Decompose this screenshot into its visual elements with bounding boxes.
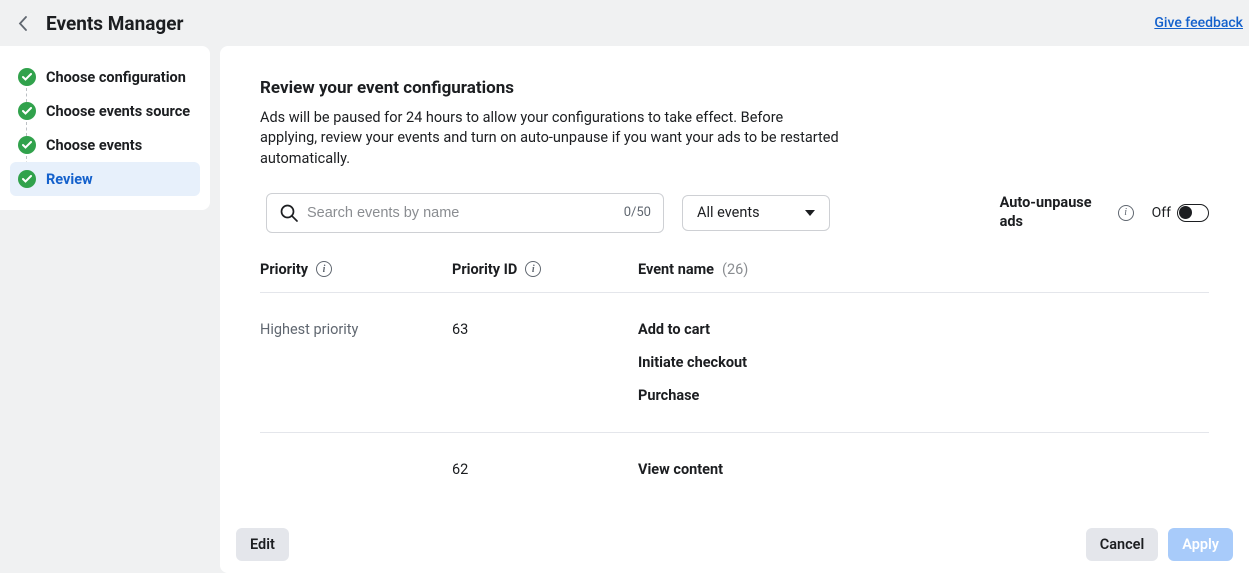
check-icon: [18, 102, 36, 120]
event-list-cell: Add to cart Initiate checkout Purchase: [638, 321, 1209, 404]
search-count: 0/50: [624, 205, 651, 220]
header-bar: Events Manager Give feedback: [0, 0, 1249, 46]
info-icon[interactable]: i: [1118, 205, 1134, 221]
priority-cell: Highest priority: [260, 321, 452, 338]
filter-dropdown[interactable]: All events: [682, 195, 830, 231]
filter-selected: All events: [697, 204, 760, 221]
col-priority-label: Priority: [260, 261, 308, 278]
search-input[interactable]: [307, 205, 624, 221]
auto-unpause-control: Auto-unpause ads i Off: [1000, 194, 1209, 232]
event-list-cell: View content: [638, 461, 1209, 478]
step-choose-events[interactable]: Choose events: [10, 128, 200, 162]
apply-button[interactable]: Apply: [1168, 528, 1233, 561]
step-label: Choose configuration: [46, 69, 186, 86]
cancel-button[interactable]: Cancel: [1086, 528, 1159, 561]
search-icon: [279, 203, 299, 223]
col-event-name-header: Event name (26): [638, 261, 1209, 278]
col-priority-id-label: Priority ID: [452, 261, 517, 278]
auto-unpause-toggle[interactable]: [1177, 204, 1209, 222]
give-feedback-link[interactable]: Give feedback: [1154, 15, 1243, 31]
toggle-knob: [1179, 206, 1192, 219]
table-row: 62 View content: [260, 433, 1209, 506]
search-box[interactable]: 0/50: [266, 193, 664, 233]
col-priority-header: Priority i: [260, 261, 452, 278]
edit-button[interactable]: Edit: [236, 528, 289, 561]
event-name: Add to cart: [638, 321, 1209, 338]
footer-bar: Edit Cancel Apply: [220, 516, 1249, 573]
step-label: Review: [46, 171, 93, 188]
step-review[interactable]: Review: [10, 162, 200, 196]
table-header: Priority i Priority ID i Event name (26): [260, 261, 1209, 293]
auto-unpause-label: Auto-unpause ads: [1000, 194, 1100, 232]
check-icon: [18, 136, 36, 154]
step-label: Choose events: [46, 137, 142, 154]
main-description: Ads will be paused for 24 hours to allow…: [260, 108, 840, 169]
event-name: View content: [638, 461, 1209, 478]
caret-down-icon: [805, 210, 815, 216]
table-row: Highest priority 63 Add to cart Initiate…: [260, 293, 1209, 433]
info-icon[interactable]: i: [316, 261, 332, 277]
main-heading: Review your event configurations: [260, 78, 1209, 98]
col-event-name-label: Event name: [638, 261, 714, 278]
step-choose-configuration[interactable]: Choose configuration: [10, 60, 200, 94]
event-count: (26): [722, 261, 748, 278]
chevron-left-icon: [18, 16, 27, 31]
toggle-state-text: Off: [1152, 205, 1171, 221]
step-choose-events-source[interactable]: Choose events source: [10, 94, 200, 128]
event-name: Initiate checkout: [638, 354, 1209, 371]
page-title: Events Manager: [46, 12, 1154, 35]
priority-id-cell: 62: [452, 461, 638, 478]
info-icon[interactable]: i: [525, 261, 541, 277]
controls-row: 0/50 All events Auto-unpause ads i Off: [266, 193, 1209, 233]
priority-id-cell: 63: [452, 321, 638, 338]
col-priority-id-header: Priority ID i: [452, 261, 638, 278]
steps-sidebar: Choose configuration Choose events sourc…: [0, 46, 210, 210]
main-panel: Review your event configurations Ads wil…: [220, 46, 1249, 573]
step-label: Choose events source: [46, 103, 190, 120]
event-name: Purchase: [638, 387, 1209, 404]
back-button[interactable]: [12, 13, 32, 33]
check-icon: [18, 68, 36, 86]
check-icon: [18, 170, 36, 188]
